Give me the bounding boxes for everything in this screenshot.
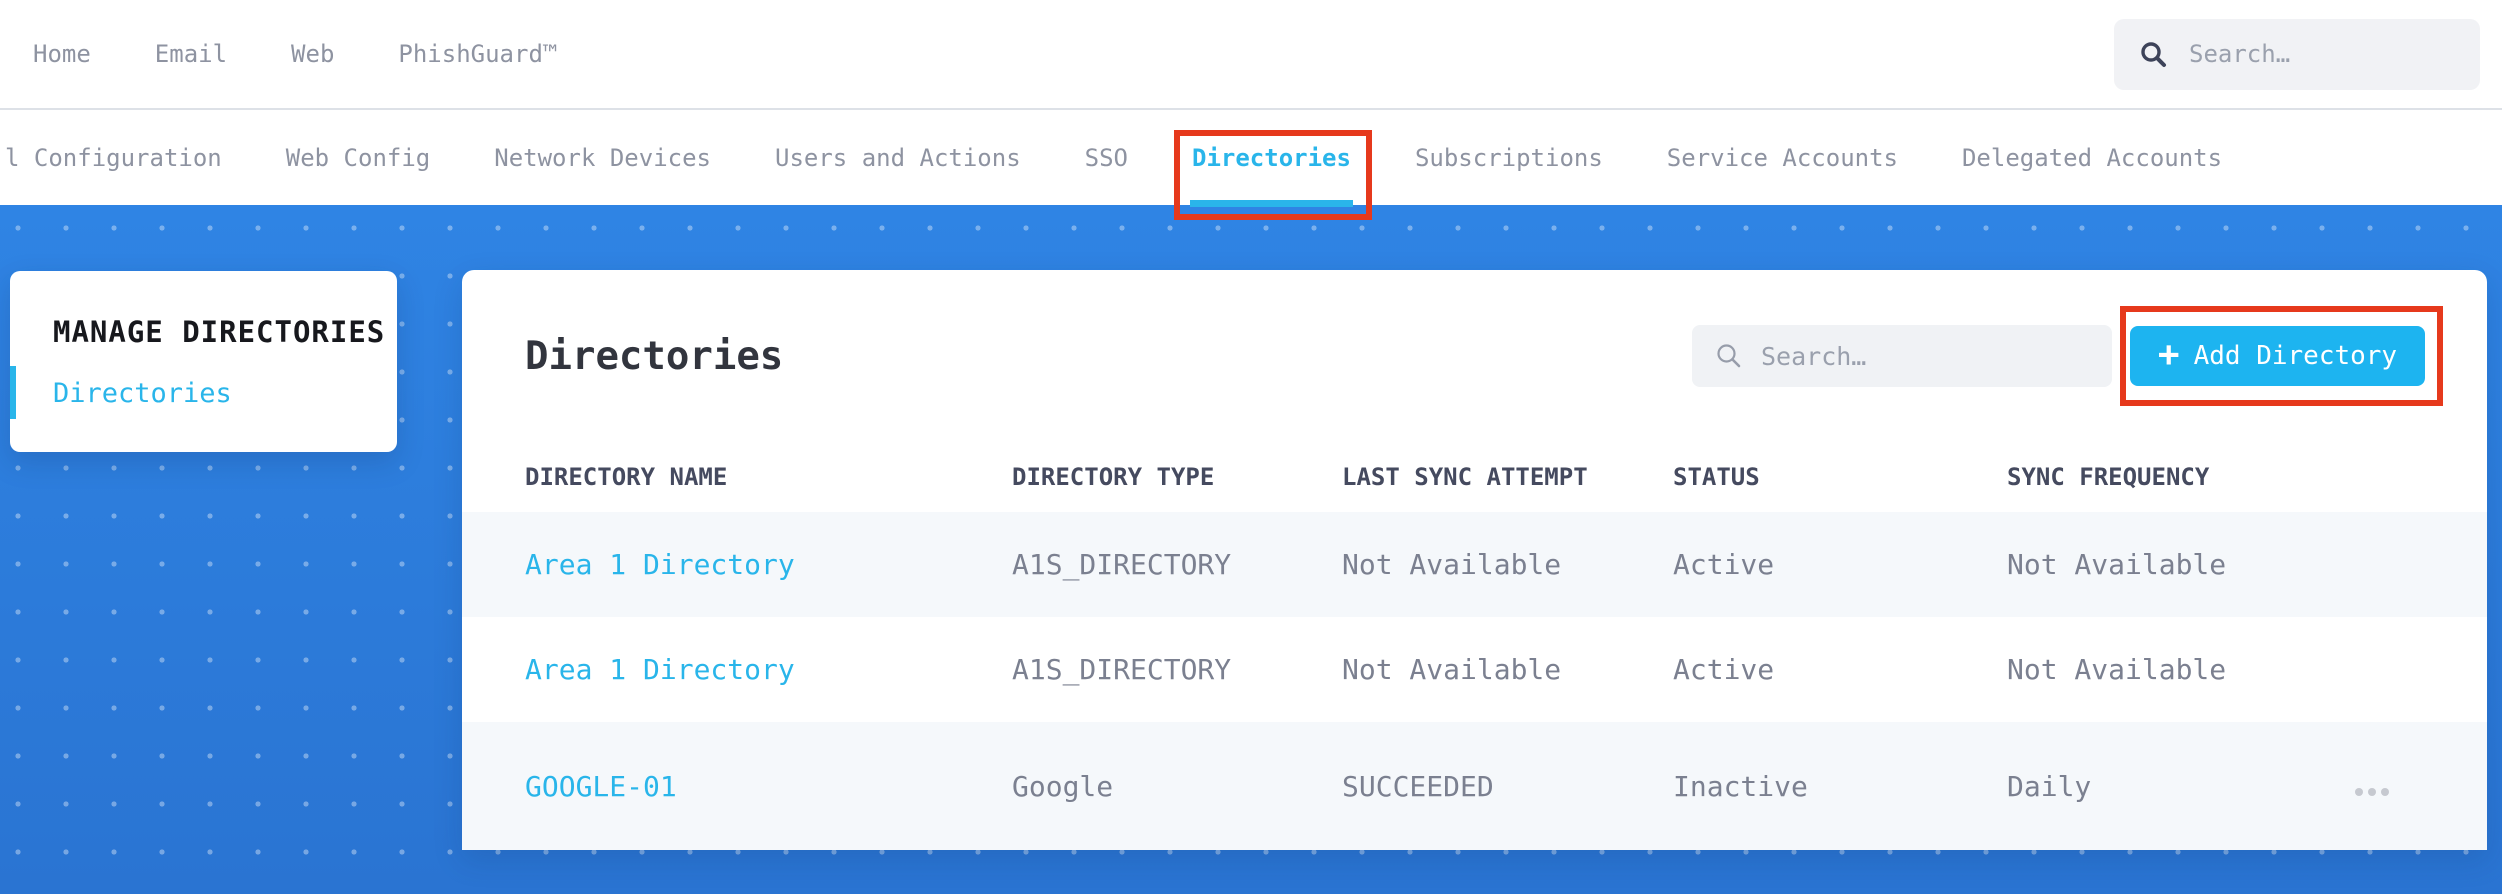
directory-type-cell: A1S_DIRECTORY — [1012, 653, 1232, 686]
tab-sso[interactable]: SSO — [1085, 110, 1128, 205]
status-cell: Active — [1673, 653, 1775, 686]
column-header: DIRECTORY TYPE — [1012, 463, 1215, 491]
directory-type-cell: A1S_DIRECTORY — [1012, 548, 1232, 581]
manage-directories-card: MANAGE DIRECTORIES Directories — [10, 271, 397, 452]
page-title: Directories — [525, 333, 784, 379]
row-menu-icon[interactable] — [2355, 787, 2389, 796]
sidebar-item-directories[interactable]: Directories — [10, 366, 397, 419]
panel-header: Directories Search… + Add Directory — [462, 270, 2487, 442]
panel-controls: Search… + Add Directory — [1692, 306, 2443, 406]
directory-name-link[interactable]: Area 1 Directory — [525, 653, 1012, 686]
column-header: SYNC FREQUENCY — [2007, 463, 2210, 491]
tab-network-devices[interactable]: Network Devices — [494, 110, 711, 205]
add-directory-label: Add Directory — [2193, 341, 2398, 371]
card-title: MANAGE DIRECTORIES — [53, 315, 386, 349]
primary-nav: Home Email Web PhishGuard™ — [33, 40, 557, 68]
table-row[interactable]: GOOGLE-01 Google SUCCEEDED Inactive Dail… — [462, 722, 2487, 850]
global-search-placeholder: Search… — [2189, 40, 2291, 68]
sync-frequency-cell: Not Available — [2007, 548, 2227, 581]
table-row[interactable]: Area 1 Directory A1S_DIRECTORY Not Avail… — [462, 617, 2487, 722]
tab-users-and-actions[interactable]: Users and Actions — [775, 110, 1021, 205]
sidebar-item-label: Directories — [53, 378, 232, 409]
search-icon — [2141, 41, 2166, 67]
last-sync-cell: Not Available — [1342, 653, 1562, 686]
table-row[interactable]: Area 1 Directory A1S_DIRECTORY Not Avail… — [462, 512, 2487, 617]
tab-service-accounts[interactable]: Service Accounts — [1667, 110, 1898, 205]
status-cell: Active — [1673, 548, 1775, 581]
secondary-nav: l Configuration Web Config Network Devic… — [0, 110, 2502, 220]
column-header: LAST SYNC ATTEMPT — [1342, 463, 1588, 491]
nav-item-phishguard-[interactable]: PhishGuard™ — [398, 40, 557, 68]
table-search-input[interactable]: Search… — [1692, 325, 2112, 387]
add-directory-button[interactable]: + Add Directory — [2130, 326, 2425, 386]
directory-type-cell: Google — [1012, 769, 1114, 803]
column-header: DIRECTORY NAME — [525, 463, 728, 491]
top-nav: Home Email Web PhishGuard™ Search… — [0, 0, 2502, 110]
active-tab-underline — [1190, 200, 1353, 207]
global-search-input[interactable]: Search… — [2114, 18, 2480, 90]
content-background: MANAGE DIRECTORIES Directories Directori… — [0, 205, 2502, 894]
tab-directories[interactable]: Directories — [1174, 110, 1372, 220]
directories-panel: Directories Search… + Add Directory DIRE… — [462, 270, 2487, 850]
column-header: STATUS — [1673, 463, 1760, 491]
nav-item-web[interactable]: Web — [291, 40, 334, 68]
annotation-box-add-directory: + Add Directory — [2120, 306, 2443, 406]
table-header: DIRECTORY NAME DIRECTORY TYPE LAST SYNC AT… — [462, 442, 2487, 512]
last-sync-cell: SUCCEEDED — [1342, 769, 1494, 803]
tab-web-config[interactable]: Web Config — [286, 110, 431, 205]
table-search-placeholder: Search… — [1761, 341, 1867, 371]
sync-frequency-cell: Daily — [2007, 769, 2092, 803]
nav-item-email[interactable]: Email — [155, 40, 227, 68]
sync-frequency-cell: Not Available — [2007, 653, 2227, 686]
tab-subscriptions[interactable]: Subscriptions — [1415, 110, 1603, 205]
search-icon — [1717, 344, 1741, 368]
directory-name-link[interactable]: GOOGLE-01 — [525, 770, 1012, 803]
active-indicator — [10, 366, 16, 419]
tab-l-configuration[interactable]: l Configuration — [5, 110, 222, 205]
directory-name-link[interactable]: Area 1 Directory — [525, 548, 1012, 581]
tab-delegated-accounts[interactable]: Delegated Accounts — [1962, 110, 2222, 205]
nav-item-home[interactable]: Home — [33, 40, 91, 68]
table-body: Area 1 Directory A1S_DIRECTORY Not Avail… — [462, 512, 2487, 850]
last-sync-cell: Not Available — [1342, 548, 1562, 581]
status-cell: Inactive — [1673, 769, 1808, 803]
